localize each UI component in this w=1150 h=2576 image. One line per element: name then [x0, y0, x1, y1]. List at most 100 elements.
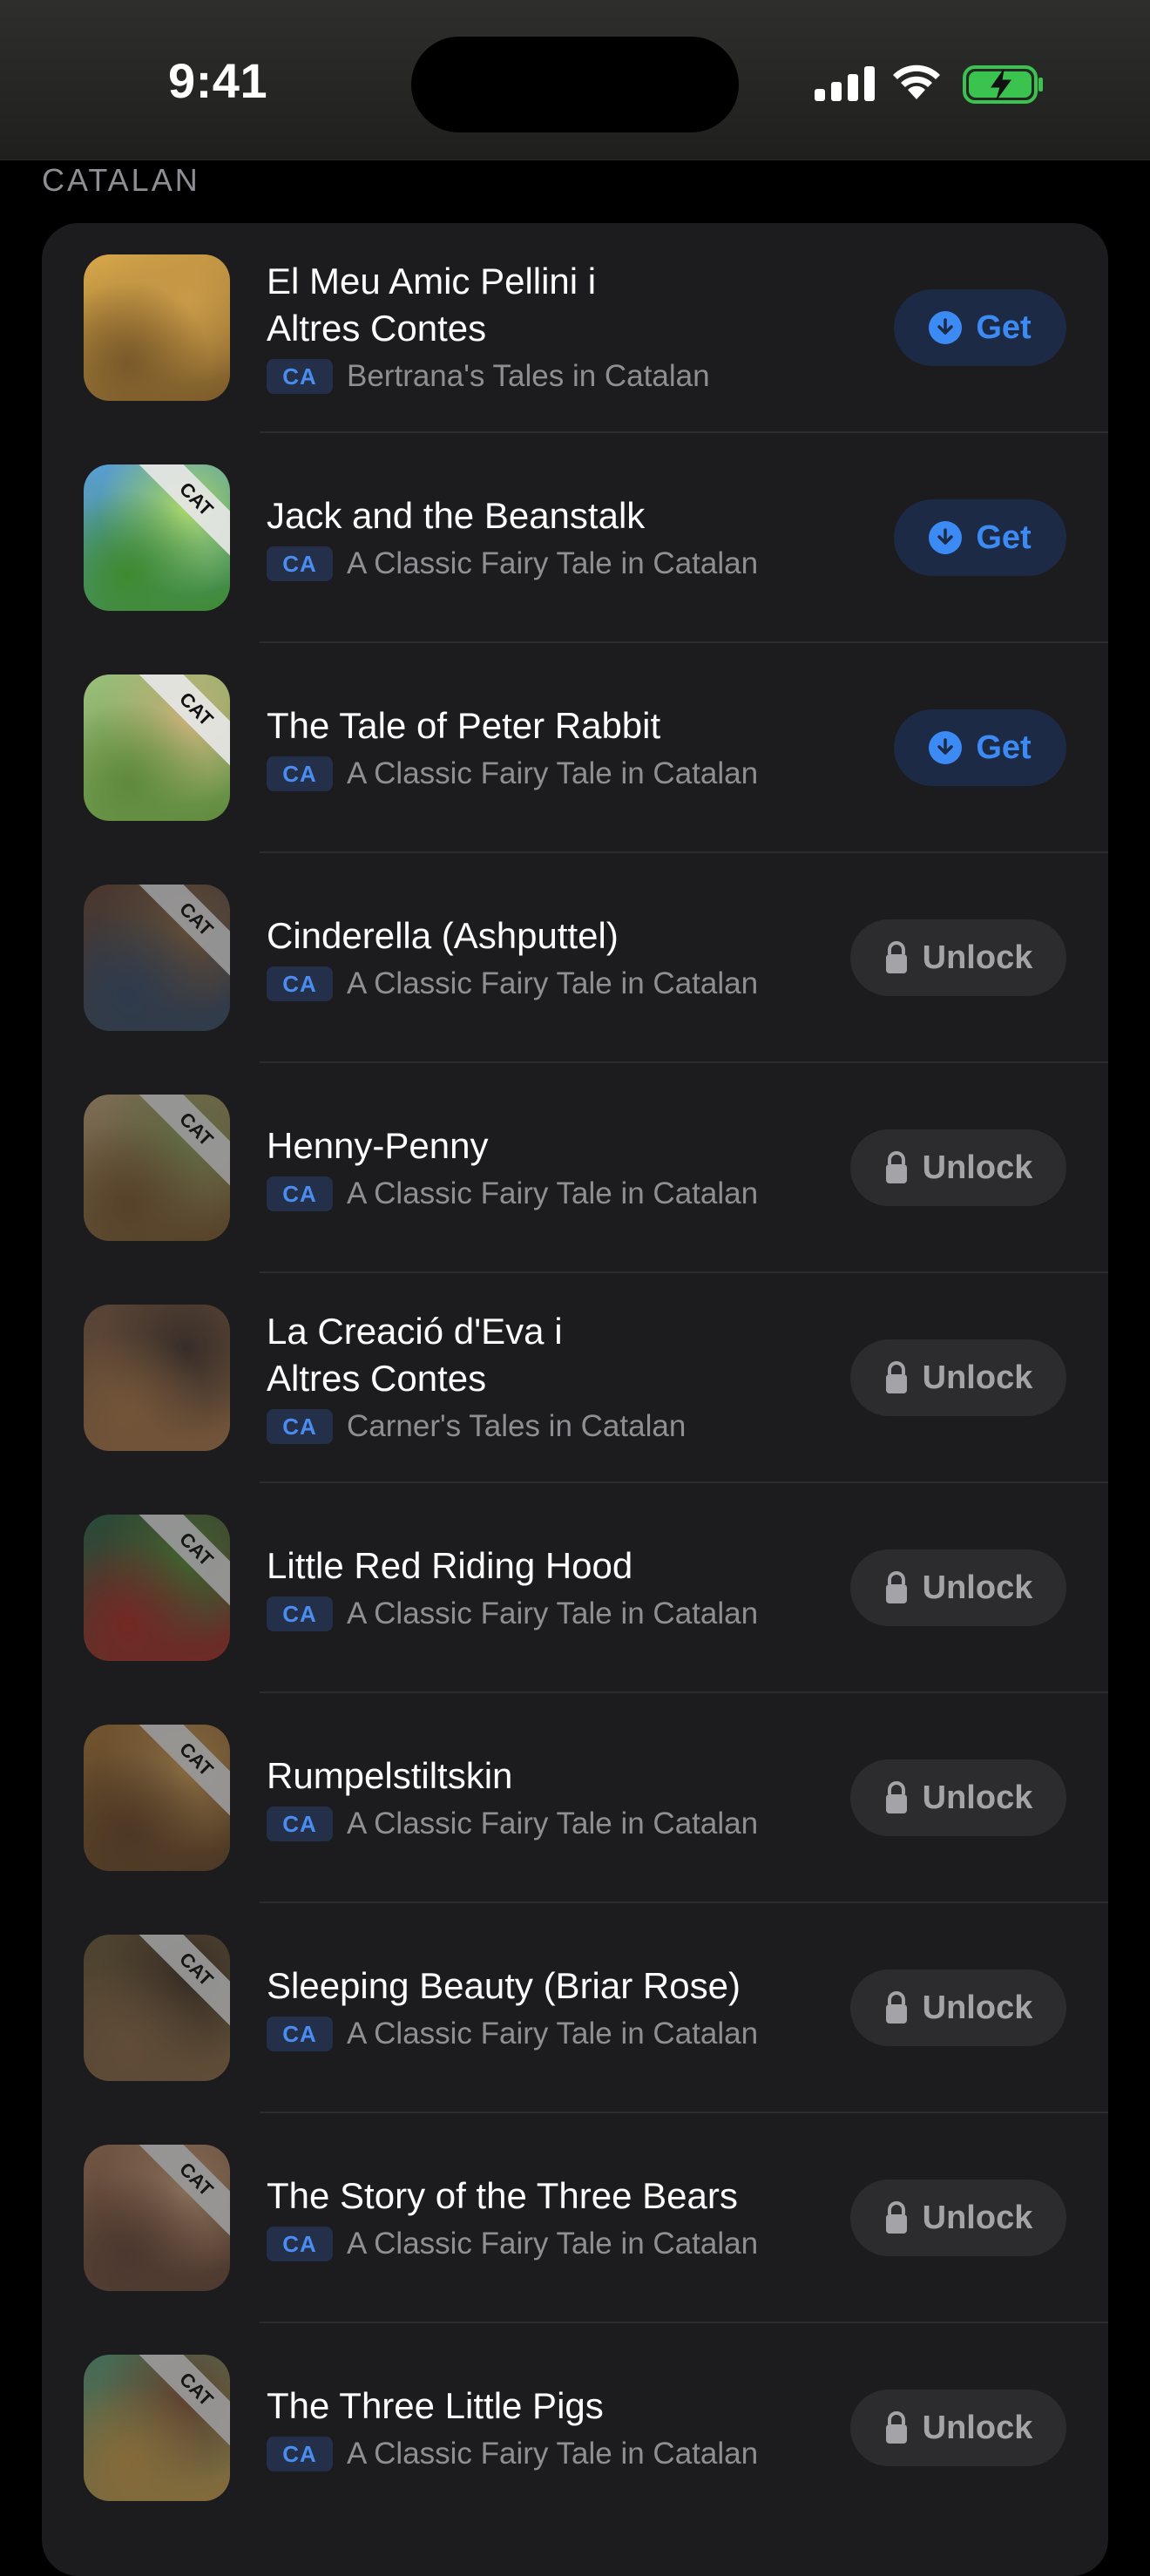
book-cover-image: CAT	[84, 464, 230, 611]
lock-icon	[884, 2410, 909, 2445]
download-icon	[929, 521, 963, 554]
book-row[interactable]: CAT Sleeping Beauty (Briar Rose) CA A Class…	[42, 1903, 1108, 2113]
book-row[interactable]: CAT Little Red Riding Hood CA A Classic Fai…	[42, 1483, 1108, 1693]
unlock-button[interactable]: Unlock	[850, 2390, 1066, 2466]
unlock-button[interactable]: Unlock	[850, 2179, 1066, 2256]
language-badge: CA	[267, 2017, 333, 2051]
unlock-button[interactable]: Unlock	[850, 1129, 1066, 1206]
unlock-label: Unlock	[922, 1359, 1033, 1396]
language-badge: CA	[267, 1176, 333, 1211]
book-text: Little Red Riding Hood CA A Classic Fairy …	[267, 1542, 821, 1631]
book-text: El Meu Amic Pellini i Altres Contes CA Bert…	[267, 258, 821, 394]
book-subtitle: Bertrana's Tales in Catalan	[347, 359, 710, 393]
book-row[interactable]: La Creació d'Eva i Altres Contes CA Carner'…	[42, 1273, 1108, 1483]
book-row[interactable]: CAT Jack and the Beanstalk CA A Classic Fai…	[42, 433, 1108, 643]
book-subtitle: A Classic Fairy Tale in Catalan	[347, 2017, 759, 2051]
book-cover-image: CAT	[84, 1935, 230, 2081]
book-text: Sleeping Beauty (Briar Rose) CA A Classic …	[267, 1963, 821, 2051]
book-text: Henny-Penny CA A Classic Fairy Tale in Cat…	[267, 1122, 821, 1211]
book-cover-image: CAT	[84, 2145, 230, 2291]
book-meta: CA A Classic Fairy Tale in Catalan	[267, 1596, 821, 1631]
unlock-button[interactable]: Unlock	[850, 1969, 1066, 2046]
language-ribbon: CAT	[139, 675, 230, 767]
wifi-icon	[893, 64, 940, 99]
book-meta: CA A Classic Fairy Tale in Catalan	[267, 546, 821, 581]
book-title: Jack and the Beanstalk	[267, 495, 646, 536]
lock-icon	[884, 1570, 909, 1605]
language-ribbon: CAT	[139, 2145, 230, 2237]
book-row[interactable]: CAT The Three Little Pigs CA A Classic Fair…	[42, 2323, 1108, 2533]
book-row[interactable]: CAT Henny-Penny CA A Classic Fairy Tale in …	[42, 1063, 1108, 1273]
book-title: La Creació d'Eva i	[267, 1311, 563, 1352]
unlock-button[interactable]: Unlock	[850, 1759, 1066, 1836]
unlock-button[interactable]: Unlock	[850, 1339, 1066, 1416]
unlock-label: Unlock	[922, 1989, 1033, 2026]
book-cover-image: CAT	[84, 675, 230, 821]
book-text: The Tale of Peter Rabbit CA A Classic Fair…	[267, 702, 821, 791]
book-title: Altres Contes	[267, 308, 487, 349]
language-ribbon: CAT	[139, 1515, 230, 1607]
book-cover-image: CAT	[84, 1095, 230, 1241]
book-title: Henny-Penny	[267, 1125, 489, 1166]
book-text: Rumpelstiltskin CA A Classic Fairy Tale in…	[267, 1752, 821, 1841]
book-title: Rumpelstiltskin	[267, 1755, 513, 1796]
battery-charging-icon	[963, 65, 1043, 104]
lock-icon	[884, 1150, 909, 1185]
book-title: Little Red Riding Hood	[267, 1545, 633, 1586]
book-row[interactable]: CAT Rumpelstiltskin CA A Classic Fairy Tale…	[42, 1693, 1108, 1903]
book-cover-image	[84, 254, 230, 401]
lock-icon	[884, 940, 909, 975]
cellular-signal-icon	[815, 64, 875, 101]
get-label: Get	[976, 308, 1032, 346]
download-icon	[929, 731, 963, 764]
book-title: Altres Contes	[267, 1358, 487, 1399]
language-ribbon: CAT	[139, 464, 230, 557]
book-title: Cinderella (Ashputtel)	[267, 915, 619, 956]
language-badge: CA	[267, 966, 333, 1001]
unlock-label: Unlock	[922, 2409, 1033, 2446]
language-badge: CA	[267, 359, 333, 394]
lock-icon	[884, 1990, 909, 2025]
language-ribbon: CAT	[139, 1095, 230, 1187]
book-meta: CA A Classic Fairy Tale in Catalan	[267, 1176, 821, 1211]
get-button[interactable]: Get	[894, 709, 1066, 786]
book-cover-image: CAT	[84, 1725, 230, 1871]
book-row[interactable]: CAT The Story of the Three Bears CA A Class…	[42, 2113, 1108, 2323]
book-row[interactable]: El Meu Amic Pellini i Altres Contes CA Bert…	[42, 223, 1108, 433]
book-text: Cinderella (Ashputtel) CA A Classic Fairy …	[267, 912, 821, 1001]
language-ribbon: CAT	[139, 2355, 230, 2447]
book-meta: CA A Classic Fairy Tale in Catalan	[267, 966, 821, 1001]
status-bar: 9:41	[0, 0, 1150, 160]
unlock-label: Unlock	[922, 1569, 1033, 1606]
book-meta: CA A Classic Fairy Tale in Catalan	[267, 756, 821, 791]
book-subtitle: A Classic Fairy Tale in Catalan	[347, 2227, 759, 2261]
book-text: The Three Little Pigs CA A Classic Fairy T…	[267, 2383, 821, 2471]
dynamic-island	[411, 37, 739, 132]
book-text: La Creació d'Eva i Altres Contes CA Carner'…	[267, 1308, 821, 1444]
book-cover-image: CAT	[84, 2355, 230, 2501]
book-subtitle: A Classic Fairy Tale in Catalan	[347, 1596, 759, 1630]
get-button[interactable]: Get	[894, 289, 1066, 366]
unlock-button[interactable]: Unlock	[850, 1549, 1066, 1626]
book-meta: CA A Classic Fairy Tale in Catalan	[267, 1807, 821, 1841]
book-row[interactable]: CAT Cinderella (Ashputtel) CA A Classic Fai…	[42, 853, 1108, 1063]
book-row[interactable]: CAT The Tale of Peter Rabbit CA A Classic F…	[42, 643, 1108, 853]
book-subtitle: A Classic Fairy Tale in Catalan	[347, 1807, 759, 1840]
book-subtitle: A Classic Fairy Tale in Catalan	[347, 1176, 759, 1210]
book-meta: CA A Classic Fairy Tale in Catalan	[267, 2437, 821, 2471]
get-button[interactable]: Get	[894, 499, 1066, 576]
get-label: Get	[976, 519, 1032, 556]
lock-icon	[884, 1780, 909, 1815]
book-title: El Meu Amic Pellini i	[267, 261, 597, 302]
book-cover-image: CAT	[84, 885, 230, 1031]
unlock-label: Unlock	[922, 1779, 1033, 1816]
unlock-label: Unlock	[922, 1149, 1033, 1186]
book-text: Jack and the Beanstalk CA A Classic Fairy …	[267, 492, 821, 581]
section-header-catalan: CATALAN	[42, 162, 200, 198]
language-badge: CA	[267, 2227, 333, 2261]
unlock-label: Unlock	[922, 2199, 1033, 2236]
book-list: El Meu Amic Pellini i Altres Contes CA Bert…	[42, 223, 1108, 2576]
book-title: The Three Little Pigs	[267, 2385, 604, 2426]
language-badge: CA	[267, 2437, 333, 2471]
unlock-button[interactable]: Unlock	[850, 919, 1066, 996]
